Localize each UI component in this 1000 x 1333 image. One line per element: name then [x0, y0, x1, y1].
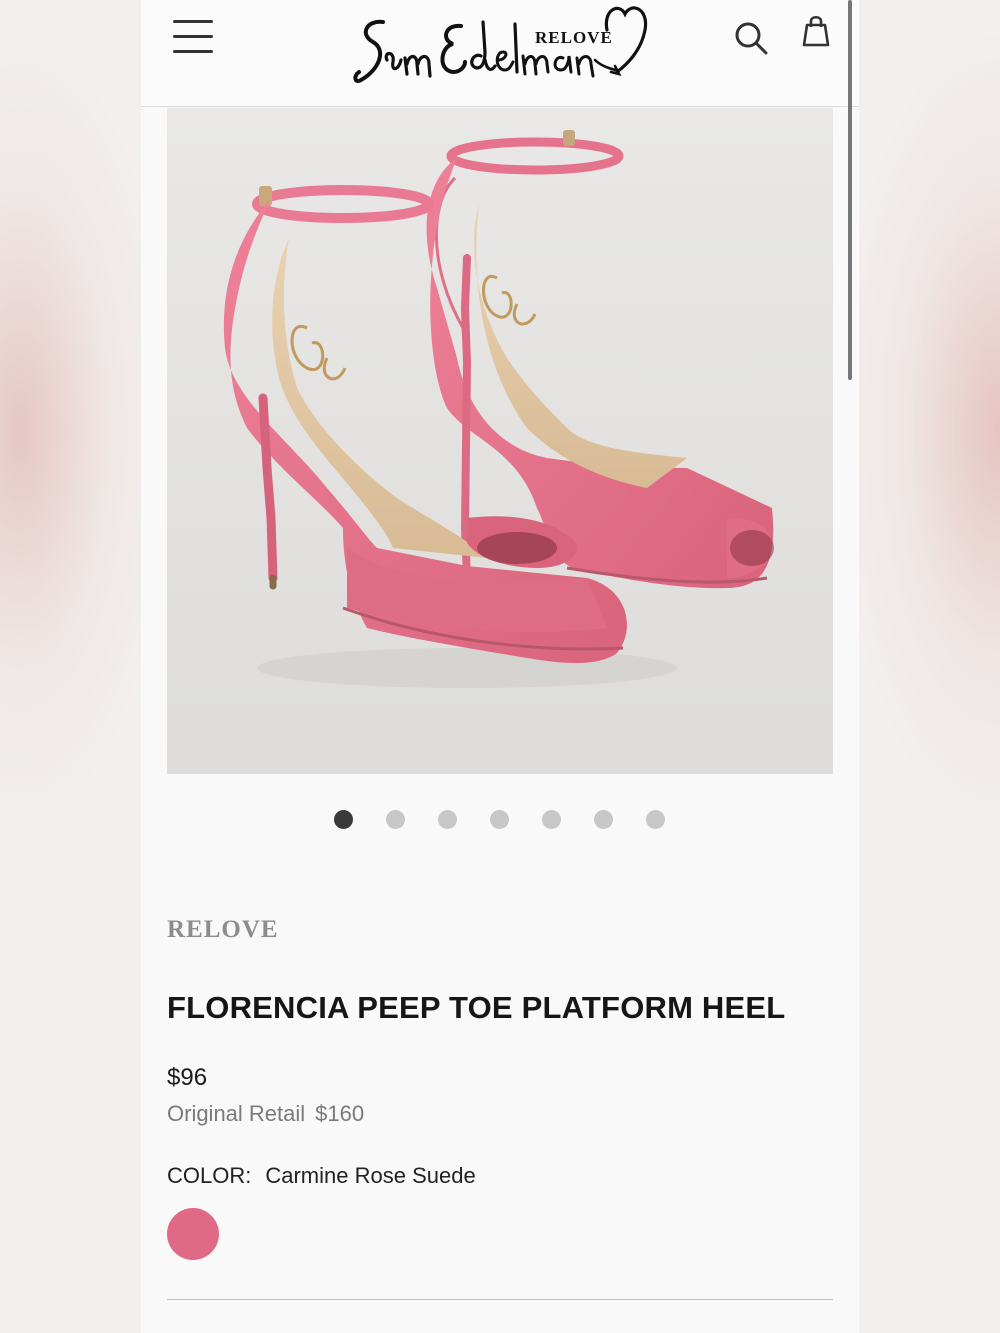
phone-screen: RELOVE RELOVE FLORENCIA PEEP TOE PLATFOR… [141, 0, 859, 1333]
shopping-bag-icon[interactable] [799, 15, 833, 49]
carousel-dot[interactable] [542, 810, 561, 829]
scrollbar[interactable] [848, 0, 852, 380]
carousel-dot[interactable] [646, 810, 665, 829]
image-carousel-dots [141, 810, 859, 832]
divider [167, 1299, 833, 1300]
relove-logo: RELOVE [167, 904, 327, 948]
product-title: FLORENCIA PEEP TOE PLATFORM HEEL [167, 990, 786, 1025]
color-value: Carmine Rose Suede [265, 1163, 476, 1188]
carousel-dot[interactable] [438, 810, 457, 829]
carousel-dot[interactable] [386, 810, 405, 829]
relove-logo-text: RELOVE [167, 916, 279, 943]
product-price: $96 [167, 1064, 208, 1091]
background-blur-right [859, 0, 1000, 1333]
original-retail-label: Original Retail [167, 1101, 306, 1126]
original-retail-value: $160 [315, 1101, 365, 1126]
search-icon[interactable] [733, 20, 769, 56]
color-swatch[interactable] [167, 1208, 219, 1260]
carousel-dot[interactable] [594, 810, 613, 829]
color-label: COLOR: [167, 1163, 252, 1188]
brand-script-logo [353, 6, 648, 83]
brand-relove-text: RELOVE [535, 28, 613, 47]
brand-logo[interactable]: RELOVE [349, 0, 653, 98]
pink-heels-illustration [223, 130, 774, 688]
carousel-dot[interactable] [490, 810, 509, 829]
color-row: COLOR: Carmine Rose Suede [167, 1163, 476, 1189]
product-image[interactable] [167, 108, 833, 774]
background-blur-left [0, 0, 141, 1333]
menu-icon[interactable] [173, 20, 213, 54]
original-retail: Original Retail $160 [167, 1101, 364, 1127]
carousel-dot[interactable] [334, 810, 353, 829]
site-header: RELOVE [141, 0, 859, 380]
